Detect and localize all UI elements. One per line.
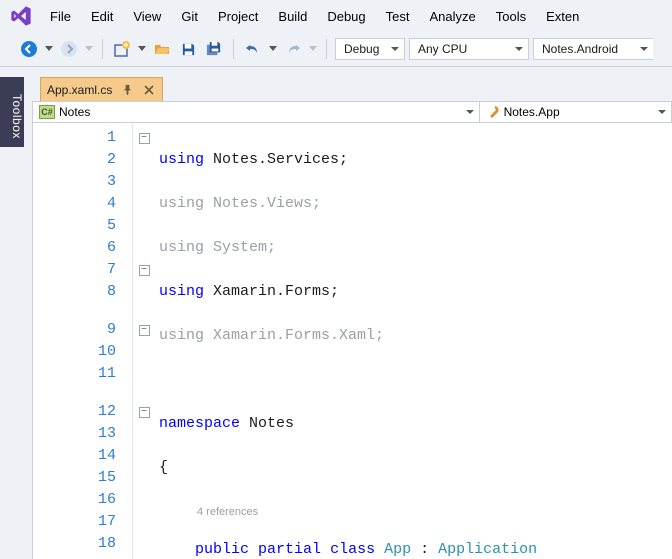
nav-back-button[interactable] [18, 38, 40, 60]
main-area: Toolbox App.xaml.cs C# Notes Notes.App [0, 66, 672, 559]
pin-icon[interactable] [120, 83, 134, 97]
document-well: App.xaml.cs C# Notes Notes.App 1 [32, 77, 672, 559]
nav-type-selector[interactable]: Notes.App [480, 102, 671, 122]
startup-project-selector[interactable]: Notes.Android [533, 38, 653, 60]
menu-extensions[interactable]: Exten [536, 5, 589, 28]
solution-config-selector[interactable]: Debug [335, 38, 405, 60]
undo-dropdown-icon[interactable] [268, 46, 278, 52]
tab-label: App.xaml.cs [47, 83, 112, 97]
new-project-button[interactable] [111, 38, 133, 60]
toolbar-separator [102, 39, 103, 59]
editor-tab-strip: App.xaml.cs [32, 77, 672, 101]
close-tab-icon[interactable] [142, 83, 156, 97]
standard-toolbar: Debug Any CPU Notes.Android [0, 32, 672, 66]
redo-dropdown-icon[interactable] [308, 46, 318, 52]
nav-project-label: Notes [59, 105, 90, 119]
outlining-margin[interactable]: − − − − [133, 123, 155, 559]
undo-button[interactable] [242, 38, 264, 60]
fold-toggle-icon[interactable]: − [139, 265, 150, 276]
toolbar-separator [233, 39, 234, 59]
fold-toggle-icon[interactable]: − [139, 133, 150, 144]
solution-platform-selector[interactable]: Any CPU [409, 38, 529, 60]
save-all-button[interactable] [203, 38, 225, 60]
toolbar-separator [326, 39, 327, 59]
nav-type-label: Notes.App [504, 105, 560, 119]
nav-fwd-dropdown-icon[interactable] [84, 46, 94, 52]
toolbox-panel-tab[interactable]: Toolbox [0, 77, 24, 147]
wrench-icon [486, 105, 500, 119]
redo-button[interactable] [282, 38, 304, 60]
new-project-dropdown-icon[interactable] [137, 46, 147, 52]
editor-tab-appxamlcs[interactable]: App.xaml.cs [40, 77, 163, 101]
menu-analyze[interactable]: Analyze [419, 5, 485, 28]
vs-logo-icon [6, 3, 36, 29]
line-number-gutter: 1 2 3 4 5 6 7 8 9 10 11 12 13 14 15 16 1… [33, 123, 133, 559]
nav-back-dropdown-icon[interactable] [44, 46, 54, 52]
menu-test[interactable]: Test [376, 5, 420, 28]
nav-project-selector[interactable]: C# Notes [33, 102, 480, 122]
csharp-project-icon: C# [39, 105, 55, 119]
menu-view[interactable]: View [123, 5, 171, 28]
fold-toggle-icon[interactable]: − [139, 407, 150, 418]
menu-build[interactable]: Build [268, 5, 317, 28]
editor-nav-bar: C# Notes Notes.App [32, 101, 672, 123]
menu-git[interactable]: Git [171, 5, 208, 28]
code-editor[interactable]: 1 2 3 4 5 6 7 8 9 10 11 12 13 14 15 16 1… [32, 123, 672, 559]
open-file-button[interactable] [151, 38, 173, 60]
nav-forward-button[interactable] [58, 38, 80, 60]
menu-debug[interactable]: Debug [317, 5, 375, 28]
menu-project[interactable]: Project [208, 5, 268, 28]
save-button[interactable] [177, 38, 199, 60]
menu-file[interactable]: File [40, 5, 81, 28]
menu-edit[interactable]: Edit [81, 5, 123, 28]
code-content[interactable]: using Notes.Services; using Notes.Views;… [155, 123, 672, 559]
fold-toggle-icon[interactable]: − [139, 325, 150, 336]
codelens-references[interactable]: 4 references [159, 506, 258, 518]
menu-tools[interactable]: Tools [486, 5, 536, 28]
menu-bar: File Edit View Git Project Build Debug T… [0, 0, 672, 32]
